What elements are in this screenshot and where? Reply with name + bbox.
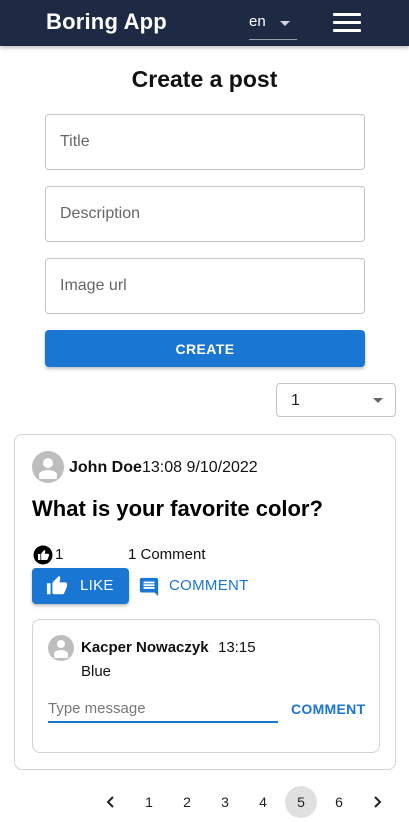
chevron-down-icon xyxy=(373,398,383,403)
page-size-select[interactable]: 1 xyxy=(276,383,396,417)
like-button[interactable]: LIKE xyxy=(32,568,129,604)
page-button-5-current[interactable]: 5 xyxy=(285,786,317,818)
page-button-1[interactable]: 1 xyxy=(133,786,165,818)
comment-count: 1 Comment xyxy=(128,546,206,563)
post-title: What is your favorite color? xyxy=(32,496,323,521)
description-input[interactable] xyxy=(45,186,365,242)
page-button-6[interactable]: 6 xyxy=(323,786,355,818)
title-input[interactable] xyxy=(45,114,365,170)
avatar xyxy=(32,451,64,483)
page-button-4[interactable]: 4 xyxy=(247,786,279,818)
comment-text: Blue xyxy=(81,663,112,680)
thumb-up-icon xyxy=(46,575,68,595)
app-title[interactable]: Boring App xyxy=(46,9,167,35)
post-author: John Doe xyxy=(69,459,142,476)
page-button-2[interactable]: 2 xyxy=(171,786,203,818)
like-count: 1 xyxy=(55,546,64,563)
page-button-3[interactable]: 3 xyxy=(209,786,241,818)
create-button[interactable]: CREATE xyxy=(45,330,365,367)
chevron-down-icon xyxy=(280,21,290,26)
post-timestamp: 13:08 9/10/2022 xyxy=(142,459,258,476)
language-select[interactable]: en xyxy=(249,10,297,40)
app-bar: Boring App en xyxy=(0,0,409,46)
comment-author: Kacper Nowaczyk xyxy=(81,639,209,656)
like-label: LIKE xyxy=(80,577,114,594)
hamburger-menu-icon[interactable] xyxy=(333,12,361,34)
comment-button[interactable]: COMMENT xyxy=(136,568,260,604)
comments-section: Kacper Nowaczyk 13:15 Blue COMMENT xyxy=(32,619,380,753)
create-post-heading: Create a post xyxy=(131,66,278,92)
next-page-button[interactable] xyxy=(361,786,393,818)
chevron-left-icon xyxy=(106,796,114,808)
chevron-right-icon xyxy=(374,796,382,808)
thumb-up-badge-icon xyxy=(33,545,53,565)
avatar xyxy=(48,635,74,661)
language-value: en xyxy=(249,13,266,30)
send-comment-button[interactable]: COMMENT xyxy=(291,701,365,717)
image-url-input[interactable] xyxy=(45,258,365,314)
post-card: John Doe 13:08 9/10/2022 What is your fa… xyxy=(14,434,396,770)
page-size-value: 1 xyxy=(291,392,300,409)
previous-page-button[interactable] xyxy=(95,786,127,818)
message-input[interactable] xyxy=(48,695,278,723)
comment-time: 13:15 xyxy=(218,639,256,656)
comment-label: COMMENT xyxy=(169,577,249,594)
comment-icon xyxy=(139,577,159,597)
